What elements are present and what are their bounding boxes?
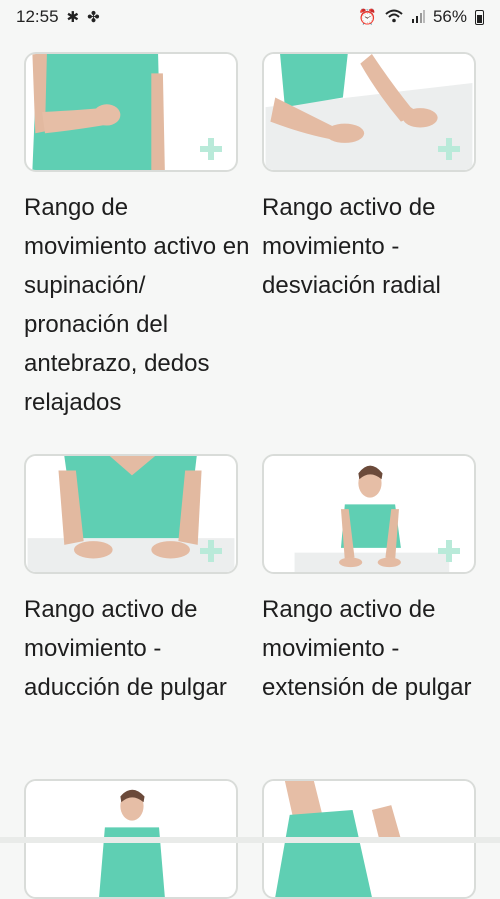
status-right: ⏰ 56% xyxy=(358,7,484,27)
exercise-title[interactable]: Rango activo de movimiento - extensión d… xyxy=(262,590,492,707)
exercise-thumbnail[interactable] xyxy=(24,52,238,172)
signal-icon xyxy=(411,9,425,26)
exercise-thumbnail[interactable] xyxy=(262,454,476,574)
exercise-title[interactable]: Rango activo de movimiento - aducción de… xyxy=(24,590,254,707)
battery-icon xyxy=(475,9,484,25)
bottom-nav-edge xyxy=(0,837,500,843)
add-icon xyxy=(200,540,222,562)
bluetooth-icon: ✱ xyxy=(66,8,80,26)
exercise-thumbnail[interactable] xyxy=(24,454,238,574)
status-time: 12:55 xyxy=(16,7,59,26)
exercise-thumbnail[interactable] xyxy=(262,52,476,172)
exercise-title[interactable]: Rango de movimiento activo en supinación… xyxy=(24,188,254,422)
status-bar: 12:55 ✱ ✤ ⏰ 56% xyxy=(0,0,500,34)
status-left: 12:55 ✱ ✤ xyxy=(16,7,100,27)
exercise-title[interactable]: Rango activo de movimiento - desviación … xyxy=(262,188,492,305)
wifi-icon xyxy=(385,9,403,26)
add-icon xyxy=(438,138,460,160)
pinwheel-icon: ✤ xyxy=(87,8,100,26)
battery-percent: 56% xyxy=(432,7,467,26)
add-icon xyxy=(200,138,222,160)
add-icon xyxy=(438,540,460,562)
alarm-icon: ⏰ xyxy=(358,8,377,26)
